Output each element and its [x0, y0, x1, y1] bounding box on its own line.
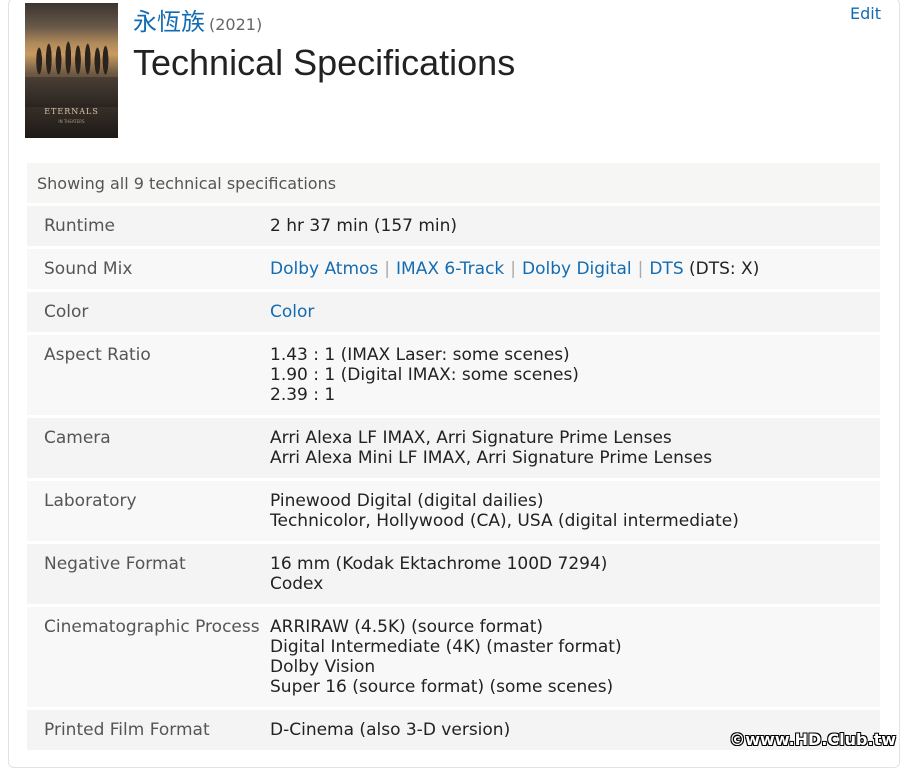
spec-count-summary: Showing all 9 technical specifications: [27, 163, 880, 203]
spec-label: Cinematographic Process: [27, 607, 270, 707]
spec-value: 16 mm (Kodak Ektachrome 100D 7294) Codex: [270, 544, 880, 604]
spec-row-runtime: Runtime 2 hr 37 min (157 min): [27, 206, 880, 246]
edit-link[interactable]: Edit: [850, 4, 881, 23]
spec-value-line: 1.43 : 1 (IMAX Laser: some scenes): [270, 345, 570, 365]
spec-value-line: Pinewood Digital (digital dailies): [270, 491, 544, 511]
spec-table: Runtime 2 hr 37 min (157 min) Sound Mix …: [27, 203, 880, 753]
spec-value-line: ARRIRAW (4.5K) (source format): [270, 617, 543, 637]
page: ETERNALS IN THEATERS 永恆族 (2021) Technical…: [0, 0, 916, 771]
poster-title: ETERNALS: [44, 107, 99, 116]
spec-value-line: Codex: [270, 574, 324, 594]
spec-value: 1.43 : 1 (IMAX Laser: some scenes) 1.90 …: [270, 335, 880, 415]
spec-label: Sound Mix: [27, 249, 270, 289]
spec-row-laboratory: Laboratory Pinewood Digital (digital dai…: [27, 481, 880, 541]
spec-row-aspect-ratio: Aspect Ratio 1.43 : 1 (IMAX Laser: some …: [27, 335, 880, 415]
movie-title: 永恆族 (2021): [133, 2, 262, 37]
movie-year: (2021): [209, 15, 263, 34]
spec-value: ARRIRAW (4.5K) (source format) Digital I…: [270, 607, 880, 707]
spec-row-negative-format: Negative Format 16 mm (Kodak Ektachrome …: [27, 544, 880, 604]
spec-value-line: Arri Alexa Mini LF IMAX, Arri Signature …: [270, 448, 713, 468]
sound-mix-link-imax[interactable]: IMAX 6-Track: [396, 259, 504, 279]
spec-label: Negative Format: [27, 544, 270, 604]
spec-label: Color: [27, 292, 270, 332]
spec-label: Printed Film Format: [27, 710, 270, 750]
spec-value-line: 2.39 : 1: [270, 385, 336, 405]
spec-value-line: Technicolor, Hollywood (CA), USA (digita…: [270, 511, 739, 531]
spec-row-sound-mix: Sound Mix Dolby Atmos | IMAX 6-Track | Dolby…: [27, 249, 880, 289]
page-title: Technical Specifications: [133, 42, 516, 83]
spec-label: Runtime: [27, 206, 270, 246]
spec-value-line: 16 mm (Kodak Ektachrome 100D 7294): [270, 554, 608, 574]
spec-label: Laboratory: [27, 481, 270, 541]
spec-value-line: Arri Alexa LF IMAX, Arri Signature Prime…: [270, 428, 672, 448]
spec-value-line: 1.90 : 1 (Digital IMAX: some scenes): [270, 365, 579, 385]
spec-value: Arri Alexa LF IMAX, Arri Signature Prime…: [270, 418, 880, 478]
spec-value-line: 2 hr 37 min (157 min): [270, 216, 458, 236]
sound-mix-link-dolby-digital[interactable]: Dolby Digital: [522, 259, 632, 279]
spec-row-color: Color Color: [27, 292, 880, 332]
spec-label: Aspect Ratio: [27, 335, 270, 415]
spec-value-line: Super 16 (source format) (some scenes): [270, 677, 614, 697]
spec-value-line: Digital Intermediate (4K) (master format…: [270, 637, 622, 657]
spec-value: Dolby Atmos | IMAX 6-Track | Dolby Digital | D…: [270, 249, 880, 289]
sound-mix-note: (DTS: X): [689, 259, 760, 279]
spec-label: Camera: [27, 418, 270, 478]
spec-row-cinematographic-process: Cinematographic Process ARRIRAW (4.5K) (…: [27, 607, 880, 707]
sound-mix-link-dolby-atmos[interactable]: Dolby Atmos: [270, 259, 378, 279]
watermark: ©www.HD.Club.tw: [729, 730, 896, 749]
spec-value: 2 hr 37 min (157 min): [270, 206, 880, 246]
movie-title-link[interactable]: 永恆族: [133, 8, 205, 36]
spec-value: Color: [270, 292, 880, 332]
poster-tagline: IN THEATERS: [58, 119, 85, 124]
spec-row-camera: Camera Arri Alexa LF IMAX, Arri Signatur…: [27, 418, 880, 478]
spec-value: Pinewood Digital (digital dailies) Techn…: [270, 481, 880, 541]
spec-value-line: Dolby Vision: [270, 657, 376, 677]
sound-mix-link-dts[interactable]: DTS: [649, 259, 683, 279]
color-link[interactable]: Color: [270, 302, 314, 322]
movie-poster[interactable]: ETERNALS IN THEATERS: [25, 3, 118, 138]
